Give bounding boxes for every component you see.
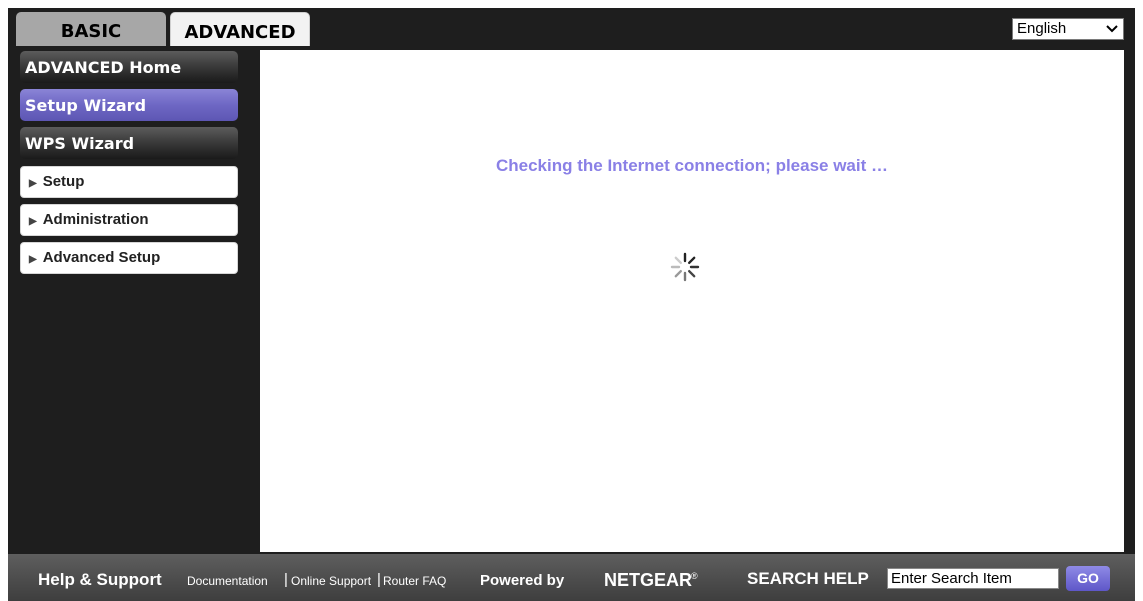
help-support-title: Help & Support — [38, 570, 162, 589]
sidebar-item-administration[interactable]: ▶ Administration — [20, 204, 238, 236]
language-select[interactable]: English — [1012, 18, 1124, 40]
footer-bar: Help & Support Documentation | Online Su… — [8, 554, 1135, 601]
triangle-right-icon: ▶ — [29, 254, 37, 265]
registered-mark: ® — [691, 571, 698, 581]
link-separator: | — [284, 571, 288, 588]
language-selected-value: English — [1017, 20, 1067, 37]
powered-by-text: Powered by — [480, 572, 565, 589]
documentation-link[interactable]: Documentation — [187, 574, 268, 588]
search-help-input[interactable] — [887, 568, 1059, 589]
link-separator: | — [377, 571, 381, 588]
triangle-right-icon: ▶ — [29, 178, 37, 189]
sidebar-item-advanced-setup[interactable]: ▶ Advanced Setup — [20, 242, 238, 274]
online-support-link[interactable]: Online Support — [291, 574, 371, 588]
sidebar-item-setup[interactable]: ▶ Setup — [20, 166, 238, 198]
sidebar-item-label: Administration — [42, 211, 149, 228]
triangle-right-icon: ▶ — [29, 216, 37, 227]
chevron-down-icon — [1105, 19, 1119, 45]
go-button[interactable]: GO — [1066, 566, 1110, 591]
search-help-label: SEARCH HELP — [747, 569, 869, 588]
sidebar-item-label: Setup — [42, 173, 85, 190]
sidebar-setup-wizard-button[interactable]: Setup Wizard — [20, 89, 238, 121]
netgear-brand: NETGEAR — [604, 570, 693, 590]
loading-spinner-icon — [668, 250, 702, 284]
router-faq-link[interactable]: Router FAQ — [383, 574, 446, 588]
status-message: Checking the Internet connection; please… — [495, 156, 888, 175]
main-content: Checking the Internet connection; please… — [260, 50, 1124, 552]
sidebar-item-label: Advanced Setup — [42, 249, 161, 266]
sidebar-wps-wizard-button[interactable]: WPS Wizard — [20, 127, 238, 159]
sidebar-advanced-home-button[interactable]: ADVANCED Home — [20, 51, 238, 83]
tab-advanced[interactable]: ADVANCED — [170, 12, 310, 46]
tab-basic[interactable]: BASIC — [16, 12, 166, 46]
